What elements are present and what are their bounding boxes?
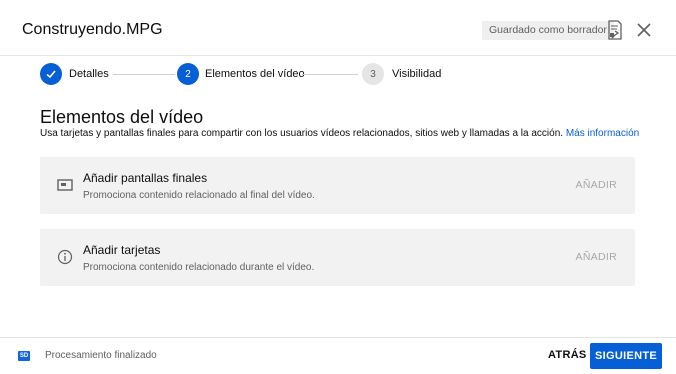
cards-card: Añadir tarjetas Promociona contenido rel…: [40, 229, 635, 286]
add-cards-button[interactable]: AÑADIR: [576, 251, 617, 263]
step-label-elements[interactable]: Elementos del vídeo: [205, 68, 305, 80]
step-connector: [302, 74, 358, 75]
sd-quality-badge: SD: [18, 351, 30, 361]
next-button[interactable]: SIGUIENTE: [590, 343, 662, 369]
section-title: Elementos del vídeo: [40, 107, 204, 127]
step-connector: [113, 74, 175, 75]
step-elements-number[interactable]: 2: [177, 63, 199, 85]
section-description: Usa tarjetas y pantallas finales para co…: [40, 128, 639, 139]
step-number: 3: [370, 68, 376, 80]
step-number: 2: [185, 68, 191, 80]
description-text: Usa tarjetas y pantallas finales para co…: [40, 128, 564, 139]
step-visibility-number[interactable]: 3: [362, 63, 384, 85]
end-screen-card: Añadir pantallas finales Promociona cont…: [40, 157, 635, 214]
dialog-title: Construyendo.MPG: [22, 21, 163, 38]
step-label-details[interactable]: Detalles: [69, 68, 109, 80]
card-subtitle: Promociona contenido relacionado al fina…: [83, 190, 315, 201]
more-info-link[interactable]: Más información: [566, 128, 639, 139]
card-subtitle: Promociona contenido relacionado durante…: [83, 262, 315, 273]
card-title: Añadir pantallas finales: [83, 171, 208, 185]
dialog-header: Construyendo.MPG Guardado como borrador: [0, 0, 676, 56]
end-screen-icon: [57, 179, 73, 191]
card-title: Añadir tarjetas: [83, 243, 161, 257]
back-button[interactable]: ATRÁS: [548, 349, 587, 361]
add-end-screen-button[interactable]: AÑADIR: [576, 179, 617, 191]
close-icon[interactable]: [636, 22, 652, 38]
processing-status: Procesamiento finalizado: [45, 350, 157, 361]
step-details-check[interactable]: [40, 63, 62, 85]
feedback-icon[interactable]: [606, 20, 624, 40]
step-label-visibility[interactable]: Visibilidad: [392, 68, 441, 80]
upload-stepper: Detalles 2 Elementos del vídeo 3 Visibil…: [40, 63, 640, 87]
check-icon: [46, 70, 56, 79]
draft-status-badge: Guardado como borrador: [482, 21, 614, 40]
info-icon: [57, 249, 73, 265]
dialog-footer: SD Procesamiento finalizado ATRÁS SIGUIE…: [0, 337, 676, 374]
